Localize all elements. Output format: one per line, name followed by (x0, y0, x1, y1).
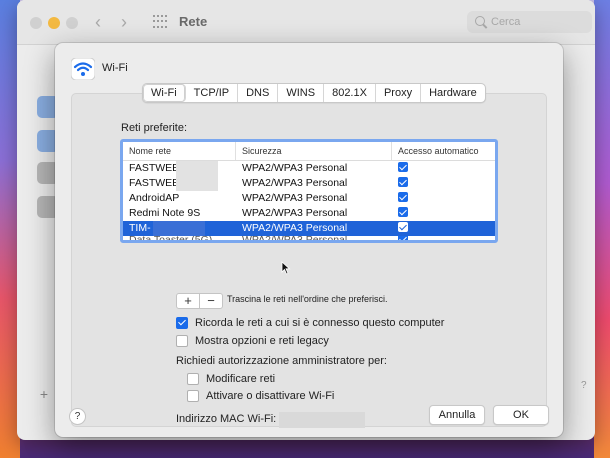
tab-wifi[interactable]: Wi-Fi (143, 84, 186, 102)
mac-address-redacted (279, 412, 365, 428)
column-header-auto-join[interactable]: Accesso automatico (392, 142, 495, 160)
ok-button[interactable]: OK (493, 405, 549, 425)
table-row[interactable]: Redmi Note 9S WPA2/WPA3 Personal (123, 206, 495, 221)
checkbox-unchecked[interactable] (176, 335, 188, 347)
add-network-button[interactable]: + (177, 294, 200, 308)
network-name: TIM- (123, 221, 236, 236)
wifi-icon (71, 58, 95, 80)
network-name: Redmi Note 9S (129, 207, 201, 219)
network-name: AndroidAP (129, 192, 180, 204)
window-title: Rete (179, 14, 208, 29)
table-header: Nome rete Sicurezza Accesso automatico (123, 142, 495, 161)
admin-auth-label: Richiedi autorizzazione amministratore p… (176, 355, 387, 367)
network-name: FASTWEB (123, 176, 236, 191)
mac-address-label: Indirizzo MAC Wi-Fi: (176, 413, 277, 425)
table-row[interactable]: FASTWEB WPA2/WPA3 Personal (123, 161, 495, 176)
sheet-title: Wi-Fi (102, 62, 128, 74)
back-chevron-icon[interactable]: ‹ (95, 12, 101, 33)
redacted-block (176, 176, 218, 191)
tab-dns[interactable]: DNS (238, 84, 279, 102)
legacy-options-checkbox[interactable]: Mostra opzioni e reti legacy (176, 335, 329, 347)
mouse-pointer-icon (281, 261, 291, 275)
auto-join-checkbox[interactable] (392, 206, 495, 221)
window-titlebar: ‹ › Rete Cerca (17, 0, 595, 45)
table-row[interactable]: Data Toaster (5G) WPA2/WPA3 Personal (123, 236, 495, 242)
search-field[interactable]: Cerca (467, 11, 592, 33)
network-name: FASTWEB (123, 161, 236, 176)
toggle-wifi-checkbox[interactable]: Attivare o disattivare Wi-Fi (187, 390, 334, 402)
network-name: Data Toaster (5G) (129, 236, 213, 242)
checkbox-checked[interactable] (176, 317, 188, 329)
network-security: WPA2/WPA3 Personal (242, 222, 348, 234)
drag-hint-text: Trascina le reti nell'ordine che preferi… (227, 294, 388, 304)
network-security: WPA2/WPA3 Personal (242, 192, 348, 204)
preferred-networks-label: Reti preferite: (121, 122, 188, 134)
forward-chevron-icon[interactable]: › (121, 12, 127, 33)
toggle-wifi-label: Attivare o disattivare Wi-Fi (206, 390, 335, 402)
tab-tcpip[interactable]: TCP/IP (186, 84, 239, 102)
remember-networks-label: Ricorda le reti a cui si è connesso ques… (195, 317, 445, 329)
remove-network-button[interactable]: − (200, 294, 222, 308)
table-row[interactable]: AndroidAP WPA2/WPA3 Personal (123, 191, 495, 206)
auto-join-checkbox[interactable] (392, 191, 495, 206)
network-security: WPA2/WPA3 Personal (242, 207, 348, 219)
checkbox-unchecked[interactable] (187, 373, 199, 385)
column-header-security[interactable]: Sicurezza (236, 142, 392, 160)
modify-networks-checkbox[interactable]: Modificare reti (187, 373, 275, 385)
network-security: WPA2/WPA3 Personal (242, 162, 348, 174)
back-help-icon[interactable]: ? (581, 380, 587, 391)
table-row-selected[interactable]: TIM- WPA2/WPA3 Personal (123, 221, 495, 236)
redacted-block (176, 161, 218, 176)
show-all-grid-icon[interactable] (153, 15, 167, 29)
network-security: WPA2/WPA3 Personal (242, 236, 348, 242)
auto-join-checkbox[interactable] (392, 236, 495, 240)
checkbox-unchecked[interactable] (187, 390, 199, 402)
redacted-block (153, 221, 205, 236)
preferred-networks-table[interactable]: Nome rete Sicurezza Accesso automatico F… (120, 139, 498, 243)
wifi-advanced-sheet: Wi-Fi Wi-Fi TCP/IP DNS WINS 802.1X Proxy… (55, 43, 563, 437)
close-window-button[interactable] (30, 17, 42, 29)
cancel-button[interactable]: Annulla (429, 405, 485, 425)
wallpaper-right-edge (594, 0, 610, 458)
add-service-icon[interactable]: + (35, 386, 53, 402)
tab-8021x[interactable]: 802.1X (324, 84, 376, 102)
table-row[interactable]: FASTWEB WPA2/WPA3 Personal (123, 176, 495, 191)
add-remove-control: + − (176, 293, 223, 309)
legacy-options-label: Mostra opzioni e reti legacy (195, 335, 329, 347)
search-icon (475, 16, 485, 26)
tab-wins[interactable]: WINS (278, 84, 325, 102)
tab-bar: Wi-Fi TCP/IP DNS WINS 802.1X Proxy Hardw… (142, 83, 486, 103)
remember-networks-checkbox[interactable]: Ricorda le reti a cui si è connesso ques… (176, 317, 444, 329)
column-header-name[interactable]: Nome rete (123, 142, 236, 160)
tab-proxy[interactable]: Proxy (376, 84, 422, 102)
minimize-window-button[interactable] (48, 17, 60, 29)
search-placeholder: Cerca (491, 16, 521, 28)
zoom-window-button[interactable] (66, 17, 78, 29)
network-security: WPA2/WPA3 Personal (242, 177, 348, 189)
auto-join-checkbox[interactable] (392, 161, 495, 176)
tab-hardware[interactable]: Hardware (421, 84, 485, 102)
modify-networks-label: Modificare reti (206, 373, 276, 385)
help-button[interactable]: ? (69, 408, 86, 425)
auto-join-checkbox[interactable] (392, 221, 495, 236)
auto-join-checkbox[interactable] (392, 176, 495, 191)
